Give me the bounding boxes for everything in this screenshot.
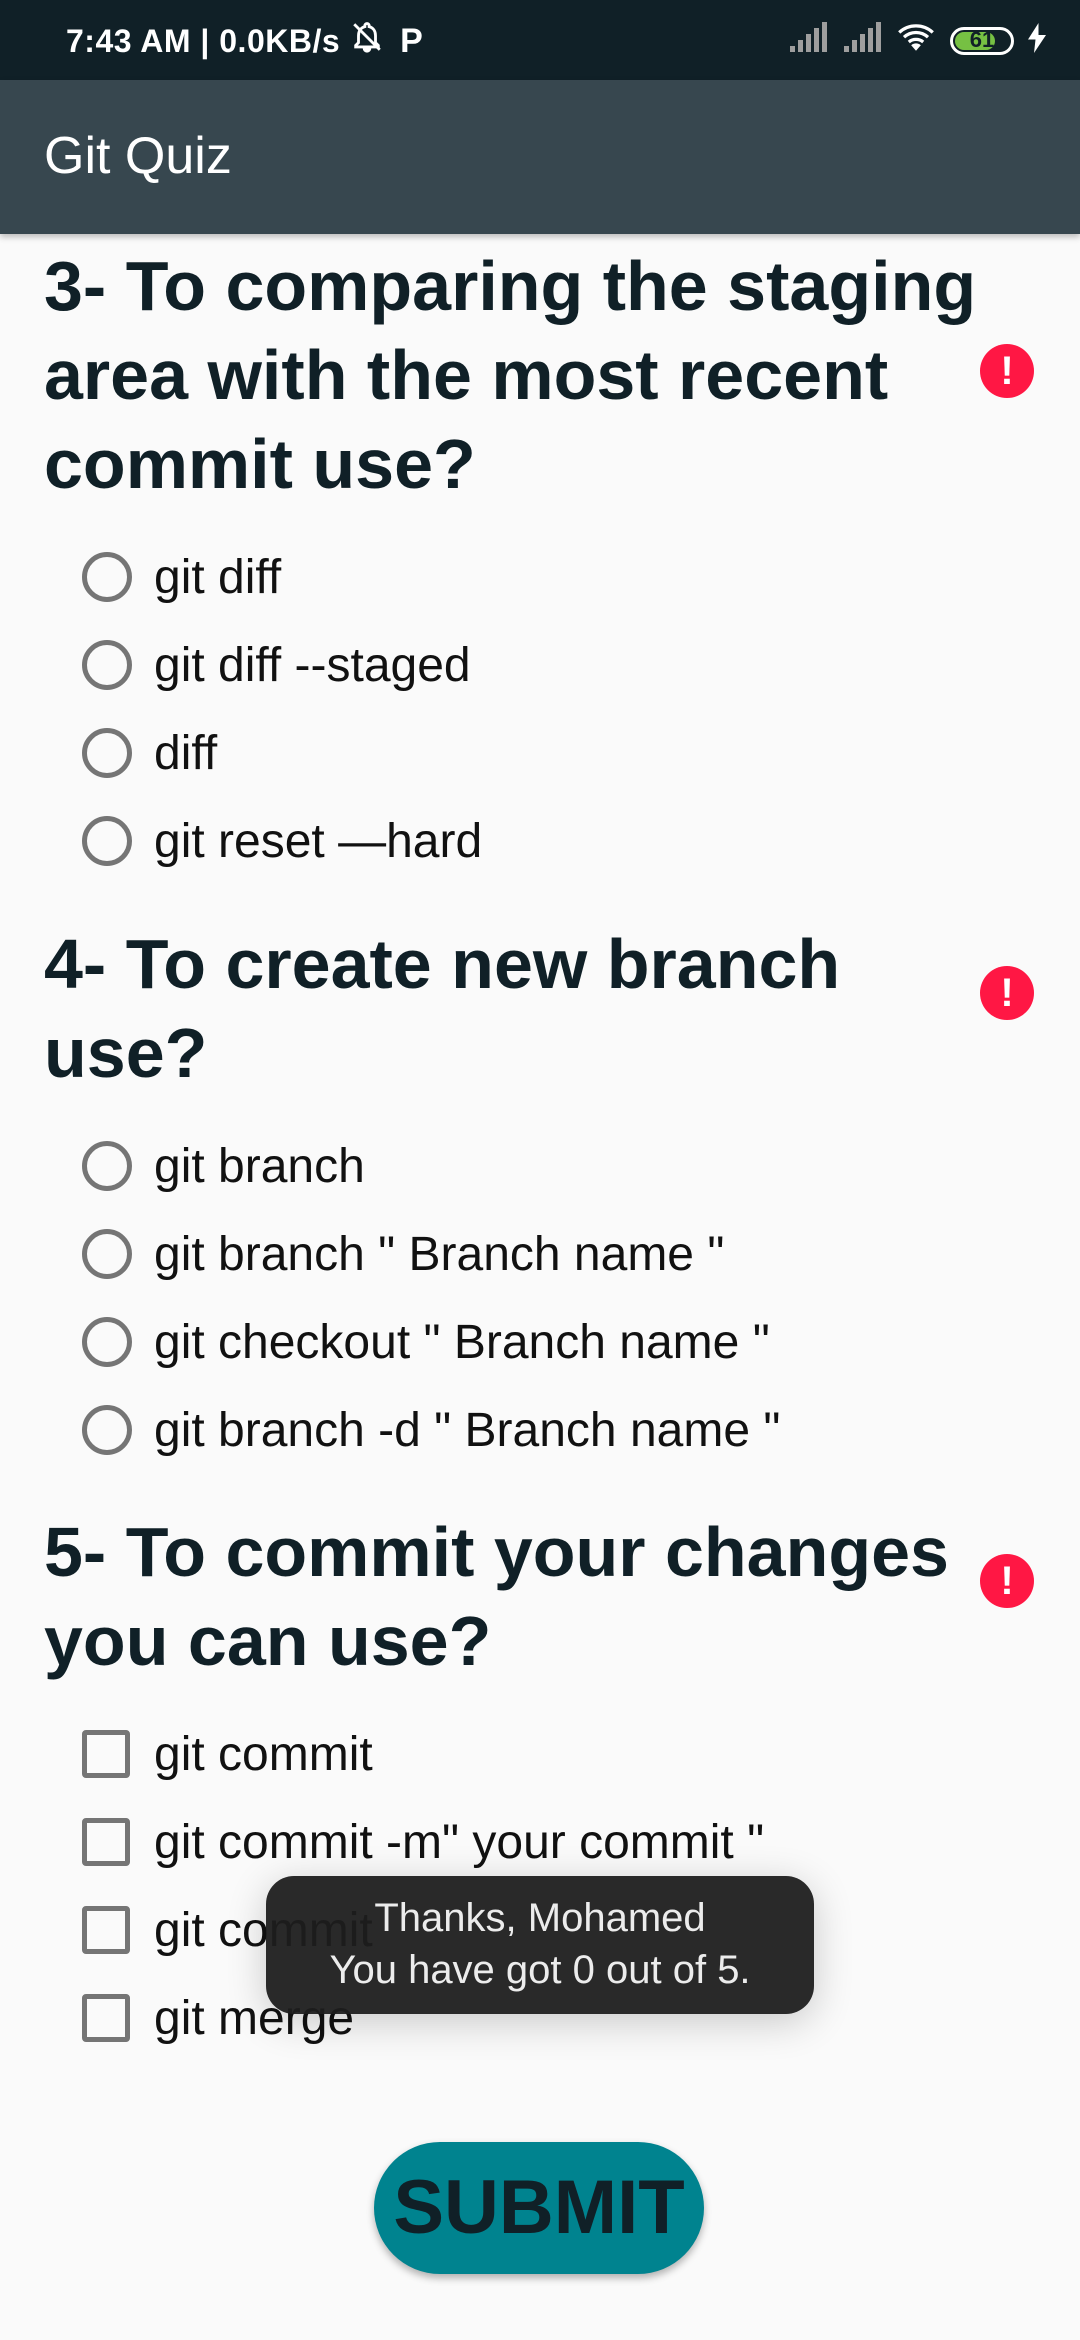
option-label: git branch " Branch name " [154, 1227, 725, 1281]
mute-alarm-icon [350, 20, 384, 62]
option-label: git diff [154, 550, 282, 604]
radio-button[interactable] [82, 1317, 132, 1367]
toast-line-2: You have got 0 out of 5. [329, 1948, 751, 1992]
error-icon: ! [980, 966, 1034, 1020]
radio-option[interactable]: diff [82, 709, 1034, 797]
radio-option[interactable]: git checkout " Branch name " [82, 1298, 1034, 1386]
quiz-content[interactable]: 3- To comparing the staging area with th… [0, 234, 1080, 2340]
radio-option[interactable]: git diff [82, 533, 1034, 621]
radio-button[interactable] [82, 816, 132, 866]
option-label: git branch -d " Branch name " [154, 1403, 781, 1457]
option-label: git checkout " Branch name " [154, 1315, 770, 1369]
charging-icon [1028, 23, 1046, 58]
option-label: git commit -m" your commit " [154, 1815, 765, 1869]
option-label: git commit [154, 1727, 373, 1781]
radio-option[interactable]: git branch " Branch name " [82, 1210, 1034, 1298]
option-label: diff [154, 726, 218, 780]
question-title: 3- To comparing the staging area with th… [44, 247, 977, 503]
radio-button[interactable] [82, 640, 132, 690]
radio-option[interactable]: git reset —hard [82, 797, 1034, 885]
status-bar: 7:43 AM | 0.0KB/s P 61 [0, 0, 1080, 80]
battery-level: 61 [969, 26, 995, 52]
question-title: 5- To commit your changes you can use? [44, 1513, 949, 1680]
app-title: Git Quiz [44, 127, 232, 185]
error-icon: ! [980, 344, 1034, 398]
radio-button[interactable] [82, 1229, 132, 1279]
app-bar: Git Quiz [0, 80, 1080, 234]
radio-button[interactable] [82, 1405, 132, 1455]
options-group: git diff git diff --staged diff git rese… [44, 533, 1034, 885]
error-icon: ! [980, 1554, 1034, 1608]
options-group: git branch git branch " Branch name " gi… [44, 1122, 1034, 1474]
checkbox[interactable] [82, 1818, 130, 1866]
option-label: git reset —hard [154, 814, 483, 868]
radio-option[interactable]: git diff --staged [82, 621, 1034, 709]
radio-button[interactable] [82, 1141, 132, 1191]
battery-icon: 61 [950, 26, 1014, 55]
checkbox[interactable] [82, 1730, 130, 1778]
option-label: git branch [154, 1139, 365, 1193]
status-left: 7:43 AM | 0.0KB/s P [66, 20, 423, 62]
radio-option[interactable]: git branch [82, 1122, 1034, 1210]
status-time: 7:43 AM | 0.0KB/s [66, 22, 341, 59]
signal-icon [842, 22, 882, 59]
checkbox-option[interactable]: git commit [82, 1710, 1034, 1798]
wifi-icon [896, 22, 936, 59]
question-4: 4- To create new branch use? ! git branc… [44, 920, 1034, 1474]
submit-button[interactable]: SUBMIT [374, 2142, 704, 2274]
signal-icon [788, 22, 828, 59]
radio-option[interactable]: git branch -d " Branch name " [82, 1386, 1034, 1474]
option-label: git diff --staged [154, 638, 471, 692]
radio-button[interactable] [82, 552, 132, 602]
status-right: 61 [788, 22, 1046, 59]
radio-button[interactable] [82, 728, 132, 778]
question-title: 4- To create new branch use? [44, 925, 841, 1092]
checkbox[interactable] [82, 1994, 130, 2042]
checkbox[interactable] [82, 1906, 130, 1954]
question-3: 3- To comparing the staging area with th… [44, 242, 1034, 885]
p-icon: P [400, 21, 424, 60]
toast-line-1: Thanks, Mohamed [374, 1896, 706, 1940]
result-toast: Thanks, Mohamed You have got 0 out of 5. [266, 1876, 814, 2014]
checkbox-option[interactable]: git commit -m" your commit " [82, 1798, 1034, 1886]
